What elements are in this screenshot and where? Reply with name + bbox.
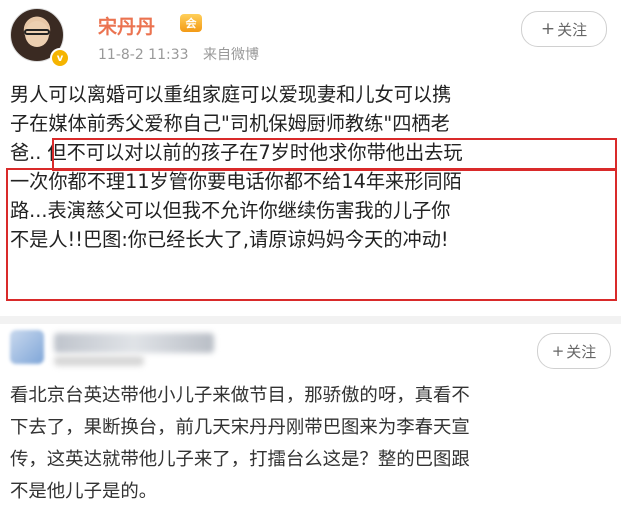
verified-badge-icon: v [50,48,70,68]
post-line: 爸.. 但不可以对以前的孩子在7岁时他求你带他出去玩 [10,138,615,167]
post-line: 子在媒体前秀父爱称自己"司机保姆厨师教练"四栖老 [10,112,450,135]
section-divider [0,316,621,324]
plus-icon: + [551,342,565,360]
commenter-meta-blurred [54,356,144,366]
comment-line: 不是他儿子是的。 [10,481,158,502]
post-line: 男人可以离婚可以重组家庭可以爱现妻和儿女可以携 [10,83,452,106]
follow-label: 关注 [566,342,597,361]
post-line: 路...表演慈父可以但我不允许你继续伤害我的儿子你 [10,199,451,222]
comment-line: 看北京台英达带他小儿子来做节目，那骄傲的呀，真看不 [10,385,470,406]
comment-line: 传，这英达就带他儿子来了，打擂台么这是？整的巴图跟 [10,449,470,470]
comment-line: 下去了，果断换台，前几天宋丹丹刚带巴图来为李春天宣 [10,417,470,438]
commenter-name-blurred [54,333,214,353]
commenter-avatar[interactable] [10,330,44,364]
post-body: 男人可以离婚可以重组家庭可以爱现妻和儿女可以携 子在媒体前秀父爱称自己"司机保姆… [10,80,615,254]
username[interactable]: 宋丹丹 [98,12,155,39]
comment-body: 看北京台英达带他小儿子来做节目，那骄傲的呀，真看不 下去了，果断换台，前几天宋丹… [10,380,615,508]
follow-label: 关注 [557,20,588,39]
member-crown-icon: 会 [180,14,202,32]
post-line-segment: 爸.. [10,141,42,164]
post-line: 一次你都不理11岁管你要电话你都不给14年来形同陌 [10,170,462,193]
post-meta: 11-8-2 11:33 来自微博 [98,44,259,64]
avatar-glasses [24,29,50,35]
post-date[interactable]: 11-8-2 11:33 [98,47,189,63]
follow-button[interactable]: + 关注 [521,11,607,47]
plus-icon: + [540,19,556,39]
post-source: 来自微博 [202,47,259,63]
post-line: 不是人!!巴图:你已经长大了,请原谅妈妈今天的冲动! [10,228,449,251]
post-line-segment-highlighted: 但不可以对以前的孩子在7岁时他求你带他出去玩 [47,141,463,164]
comment-follow-button[interactable]: + 关注 [537,333,611,369]
